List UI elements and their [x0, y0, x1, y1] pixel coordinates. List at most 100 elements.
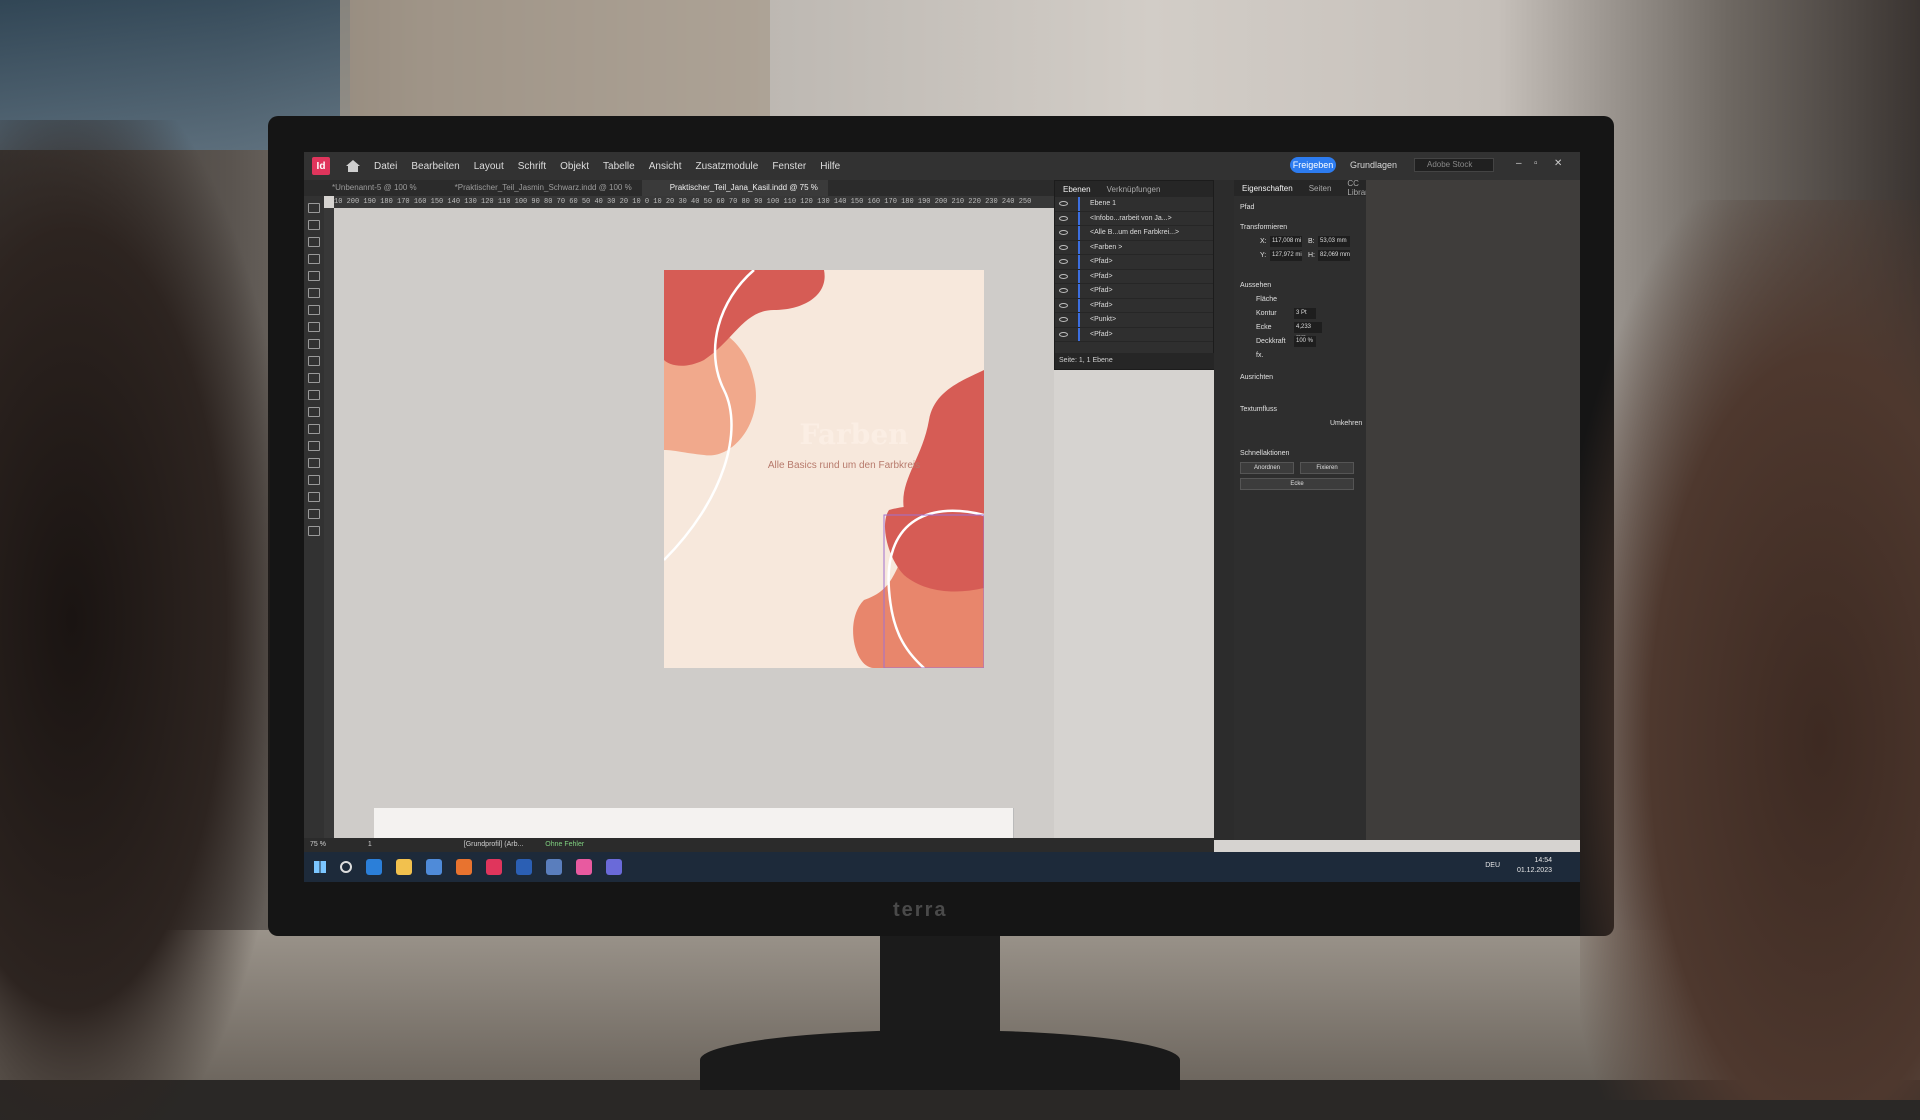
pen-tool-icon[interactable] [308, 322, 320, 332]
preflight-profile[interactable]: [Grundprofil] (Arb... [464, 841, 524, 848]
fx-icon[interactable]: fx. [1256, 352, 1263, 359]
eye-icon[interactable] [1059, 288, 1068, 294]
indesign-taskbar-icon[interactable] [486, 859, 502, 875]
eye-icon[interactable] [1059, 302, 1068, 308]
eyedropper-tool-icon[interactable] [308, 458, 320, 468]
content-collector-icon[interactable] [308, 271, 320, 281]
tab-jana-kasil[interactable]: Praktischer_Teil_Jana_Kasil.indd @ 75 % [641, 180, 828, 196]
type-tool-icon[interactable] [308, 288, 320, 298]
layer-item-row[interactable]: <Infobo...rarbeit von Ja...> [1055, 211, 1213, 226]
gap-tool-icon[interactable] [308, 254, 320, 264]
chrome-icon[interactable] [426, 859, 442, 875]
menu-bearbeiten[interactable]: Bearbeiten [411, 161, 459, 172]
close-icon[interactable]: ✕ [1554, 158, 1562, 169]
page-tool-icon[interactable] [308, 237, 320, 247]
paint-icon[interactable] [576, 859, 592, 875]
eye-icon[interactable] [1059, 273, 1068, 279]
input-language[interactable]: DEU [1485, 862, 1500, 869]
tab-unbenannt[interactable]: *Unbenannt-5 @ 100 % [304, 180, 427, 196]
layer-item-row[interactable]: <Pfad> [1055, 298, 1213, 313]
scissors-tool-icon[interactable] [308, 390, 320, 400]
tab-ebenen[interactable]: Ebenen [1055, 185, 1099, 194]
artboard-subtitle[interactable]: Alle Basics rund um den Farbkreis [664, 460, 984, 471]
menu-ansicht[interactable]: Ansicht [649, 161, 682, 172]
search-icon[interactable] [340, 861, 352, 873]
stroke-label[interactable]: Kontur [1256, 310, 1277, 317]
word-icon[interactable] [516, 859, 532, 875]
eye-icon[interactable] [1059, 259, 1068, 265]
menu-tabelle[interactable]: Tabelle [603, 161, 635, 172]
arrange-button[interactable]: Anordnen [1240, 462, 1294, 474]
tab-eigenschaften[interactable]: Eigenschaften [1234, 184, 1301, 193]
opacity-field[interactable]: 100 % [1294, 336, 1316, 347]
firefox-icon[interactable] [456, 859, 472, 875]
explorer-icon[interactable] [396, 859, 412, 875]
note-tool-icon[interactable] [308, 441, 320, 451]
fill-stroke-icon[interactable] [308, 509, 320, 519]
eye-icon[interactable] [1059, 230, 1068, 236]
x-field[interactable]: 117,008 mi [1270, 236, 1302, 247]
rectangle-frame-tool-icon[interactable] [308, 356, 320, 366]
layer-item-row[interactable]: <Pfad> [1055, 269, 1213, 284]
menu-zusatzmodule[interactable]: Zusatzmodule [696, 161, 759, 172]
pasteboard[interactable]: Farben Alle Basics rund um den Farbkreis [334, 208, 1054, 848]
layer-item-row[interactable]: <Farben > [1055, 240, 1213, 255]
fill-label[interactable]: Fläche [1256, 296, 1277, 303]
selection-tool-icon[interactable] [308, 203, 320, 213]
layer-row[interactable]: Ebene 1 [1055, 197, 1213, 212]
zoom-level[interactable]: 75 % [310, 841, 326, 848]
layer-item-row[interactable]: <Pfad> [1055, 255, 1213, 270]
menu-fenster[interactable]: Fenster [772, 161, 806, 172]
minimize-icon[interactable]: – [1516, 158, 1522, 169]
y-field[interactable]: 127,972 mi [1270, 250, 1302, 261]
maximize-icon[interactable]: ▫ [1534, 158, 1538, 169]
eye-icon[interactable] [1059, 201, 1068, 207]
page-number[interactable]: 1 [368, 841, 372, 848]
tab-jasmin-schwarz[interactable]: *Praktischer_Teil_Jasmin_Schwarz.indd @ … [427, 180, 642, 196]
opacity-label[interactable]: Deckkraft [1256, 338, 1286, 345]
free-transform-tool-icon[interactable] [308, 407, 320, 417]
home-icon[interactable] [346, 160, 360, 172]
windows-start-icon[interactable] [314, 861, 326, 873]
photos-icon[interactable] [546, 859, 562, 875]
line-tool-icon[interactable] [308, 305, 320, 315]
pencil-tool-icon[interactable] [308, 339, 320, 349]
layer-item-row[interactable]: <Pfad> [1055, 284, 1213, 299]
height-field[interactable]: 82,069 mm [1318, 250, 1350, 261]
tab-verknuepfungen[interactable]: Verknüpfungen [1099, 185, 1169, 194]
edge-icon[interactable] [366, 859, 382, 875]
artboard-title[interactable]: Farben [664, 418, 984, 451]
width-field[interactable]: 53,03 mm [1318, 236, 1350, 247]
clock[interactable]: 14:54 01.12.2023 [1517, 856, 1552, 876]
stock-search-input[interactable]: Adobe Stock [1414, 158, 1494, 172]
rectangle-tool-icon[interactable] [308, 373, 320, 383]
menu-hilfe[interactable]: Hilfe [820, 161, 840, 172]
artboard-page[interactable]: Farben Alle Basics rund um den Farbkreis [664, 270, 984, 668]
hand-tool-icon[interactable] [308, 475, 320, 485]
corner-label[interactable]: Ecke [1256, 324, 1272, 331]
gradient-tool-icon[interactable] [308, 424, 320, 434]
direct-selection-tool-icon[interactable] [308, 220, 320, 230]
menu-objekt[interactable]: Objekt [560, 161, 589, 172]
lock-button[interactable]: Fixieren [1300, 462, 1354, 474]
layer-item-row[interactable]: <Punkt> [1055, 313, 1213, 328]
eye-icon[interactable] [1059, 215, 1068, 221]
teams-icon[interactable] [606, 859, 622, 875]
eye-icon[interactable] [1059, 244, 1068, 250]
share-button[interactable]: Freigeben [1290, 157, 1336, 173]
corner-options-button[interactable]: Ecke [1240, 478, 1354, 490]
menu-schrift[interactable]: Schrift [518, 161, 546, 172]
corner-field[interactable]: 4,233 mm [1294, 322, 1322, 341]
wrap-invert-label[interactable]: Umkehren [1330, 420, 1362, 427]
menu-datei[interactable]: Datei [374, 161, 397, 172]
screen-mode-icon[interactable] [308, 526, 320, 536]
menu-layout[interactable]: Layout [474, 161, 504, 172]
stroke-weight-field[interactable]: 3 Pt [1294, 308, 1316, 319]
workspace-switcher[interactable]: Grundlagen [1350, 160, 1397, 170]
layer-item-row[interactable]: <Pfad> [1055, 327, 1213, 342]
layer-item-row[interactable]: <Alle B...um den Farbkrei...> [1055, 226, 1213, 241]
eye-icon[interactable] [1059, 331, 1068, 337]
zoom-tool-icon[interactable] [308, 492, 320, 502]
eye-icon[interactable] [1059, 317, 1068, 323]
tab-seiten[interactable]: Seiten [1301, 184, 1340, 193]
